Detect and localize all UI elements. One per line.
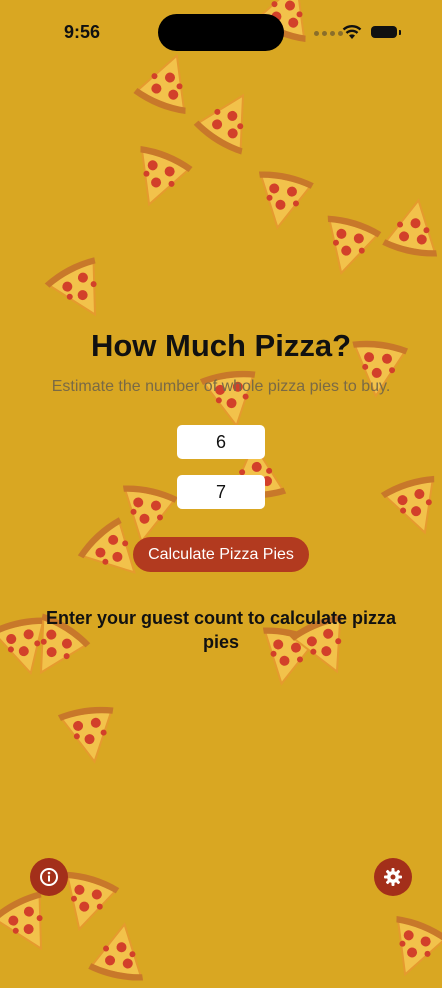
pizza-slice-icon bbox=[247, 167, 317, 237]
info-icon bbox=[40, 868, 58, 886]
calculate-pizza-pies-button[interactable]: Calculate Pizza Pies bbox=[133, 537, 309, 572]
pizza-slice-icon bbox=[378, 470, 442, 547]
settings-button[interactable] bbox=[374, 858, 412, 896]
status-time: 9:56 bbox=[64, 22, 101, 42]
pizza-slice-icon bbox=[379, 191, 442, 261]
page-title: How Much Pizza? bbox=[90, 328, 352, 363]
wifi-icon bbox=[342, 25, 362, 39]
pizza-slice-icon bbox=[41, 251, 123, 333]
dynamic-island bbox=[158, 14, 284, 51]
pizza-slice-icon bbox=[376, 912, 442, 988]
pizza-slice-icon bbox=[311, 211, 384, 284]
page-subtitle: Estimate the number of whole pizza pies … bbox=[51, 378, 391, 395]
gear-icon bbox=[384, 868, 402, 886]
guest-count-field[interactable] bbox=[177, 425, 265, 459]
info-button[interactable] bbox=[30, 858, 68, 896]
signal-dots-icon bbox=[314, 31, 343, 36]
status-bar: 9:56 bbox=[0, 0, 442, 60]
pizza-slice-icon bbox=[85, 915, 155, 985]
pizza-slice-icon bbox=[120, 142, 197, 219]
battery-icon bbox=[371, 26, 401, 38]
result-text: Enter your guest count to calculate pizz… bbox=[45, 608, 397, 652]
pizza-slice-icon bbox=[55, 701, 125, 771]
slices-per-person-field[interactable] bbox=[177, 475, 265, 509]
pizza-slice-icon bbox=[189, 77, 271, 159]
